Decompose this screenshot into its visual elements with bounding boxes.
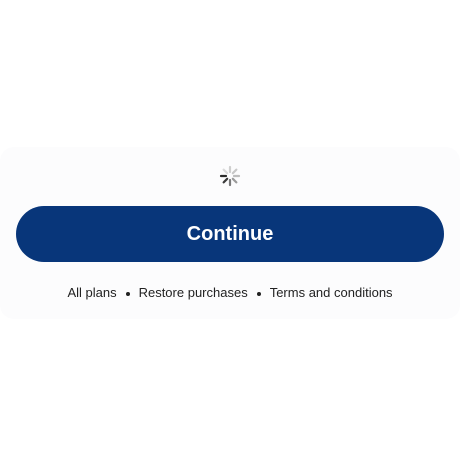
restore-purchases-link[interactable]: Restore purchases [139,285,248,300]
footer-links: All plans Restore purchases Terms and cond… [0,285,460,300]
terms-and-conditions-link[interactable]: Terms and conditions [270,285,393,300]
continue-button[interactable]: Continue [16,206,444,262]
loading-spinner-icon [219,165,241,187]
separator-dot [125,291,130,296]
all-plans-link[interactable]: All plans [67,285,116,300]
separator-dot [256,291,261,296]
